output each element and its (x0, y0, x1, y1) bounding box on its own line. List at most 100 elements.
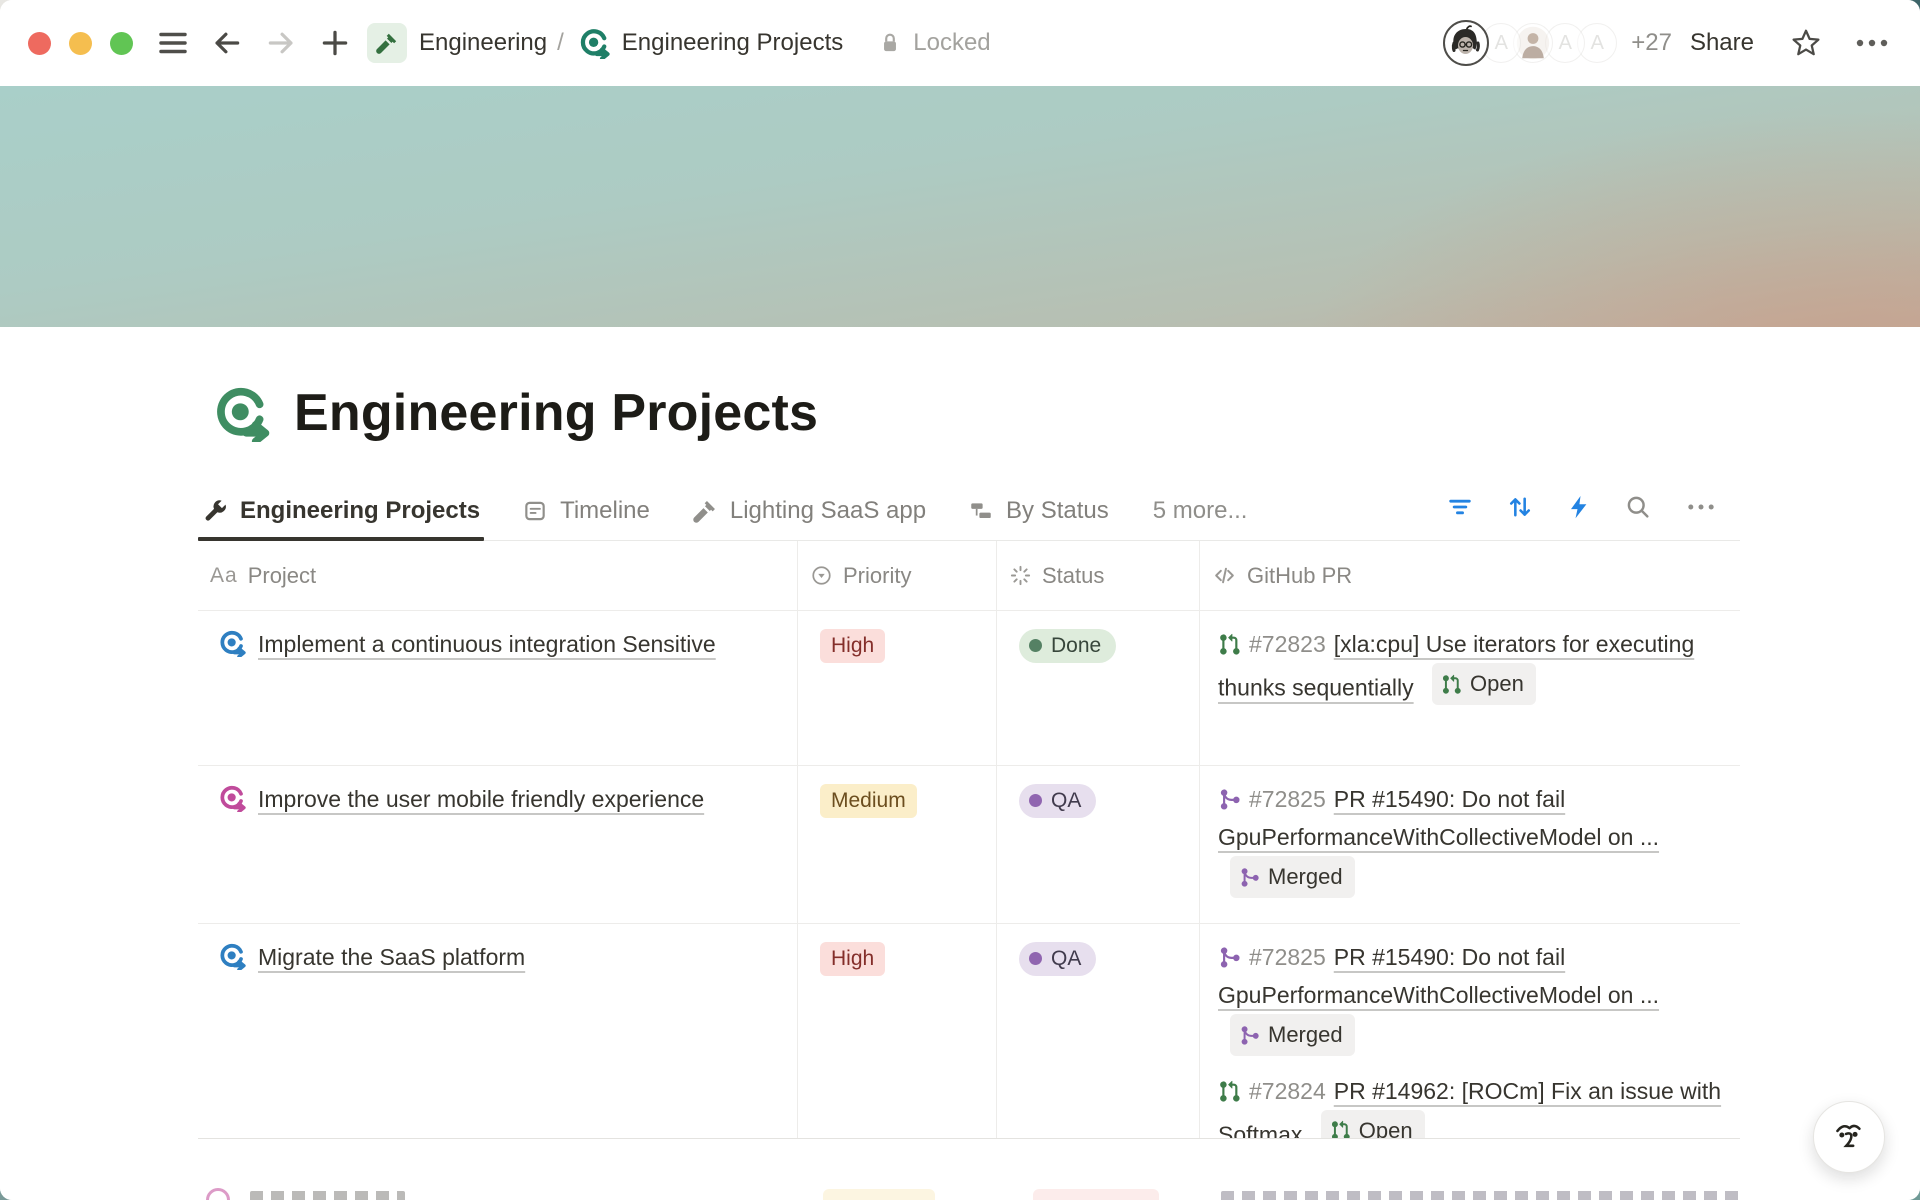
table-header-row: Aa Project Priority Status (198, 541, 1740, 611)
collaborator-overflow-count[interactable]: +27 (1631, 29, 1672, 57)
github-pr-cell[interactable]: #72825PR #15490: Do not fail GpuPerforma… (1200, 766, 1740, 923)
pr-state-label: Merged (1268, 1016, 1343, 1054)
status-dot (1029, 794, 1042, 807)
search-icon[interactable] (1624, 493, 1652, 521)
close-window-button[interactable] (28, 32, 51, 55)
git-merge-icon (1218, 946, 1241, 969)
status-pill[interactable]: QA (1019, 784, 1096, 818)
column-header-priority[interactable]: Priority (798, 541, 997, 610)
project-title-link[interactable]: Migrate the SaaS platform (258, 944, 525, 970)
project-cell[interactable]: Migrate the SaaS platform (198, 924, 798, 1138)
favorite-star-icon[interactable] (1790, 27, 1822, 59)
pr-state-badge[interactable]: Open (1432, 663, 1536, 705)
title-property-icon: Aa (210, 564, 238, 588)
tab-timeline[interactable]: Timeline (518, 491, 654, 539)
breadcrumb-page[interactable]: Engineering Projects (622, 29, 843, 57)
tab-lighting-saas-app[interactable]: Lighting SaaS app (688, 491, 930, 539)
priority-cell[interactable]: High (798, 611, 997, 765)
pr-state-badge[interactable]: Open (1321, 1110, 1425, 1139)
breadcrumb-separator: / (557, 29, 564, 57)
bottom-fade-band (198, 1138, 1740, 1185)
project-cell[interactable]: Improve the user mobile friendly experie… (198, 766, 798, 923)
avatar[interactable] (1443, 20, 1489, 66)
page-content: Engineering Projects Engineering Project… (0, 327, 1920, 1200)
titlebar: Engineering / Engineering Projects Locke… (0, 0, 1920, 86)
pr-mention-number: #72824 (1249, 1078, 1326, 1104)
pr-mention-number: #72825 (1249, 786, 1326, 812)
lock-icon (877, 30, 903, 56)
pr-entry: #72825PR #15490: Do not fail GpuPerforma… (1218, 938, 1728, 1058)
board-icon (968, 498, 994, 524)
project-title-link[interactable]: Implement a continuous integration Sensi… (258, 631, 716, 657)
locked-label: Locked (913, 29, 990, 57)
partial-next-row (198, 1185, 1740, 1200)
pr-state-label: Merged (1268, 858, 1343, 896)
status-dot (1029, 639, 1042, 652)
titlebar-right: A A A +27 Share (1443, 20, 1892, 66)
git-merge-icon (1218, 788, 1241, 811)
column-label: Priority (843, 563, 911, 589)
minimize-window-button[interactable] (69, 32, 92, 55)
status-cell[interactable]: Done (997, 611, 1200, 765)
pr-mention-number: #72823 (1249, 631, 1326, 657)
lock-status[interactable]: Locked (877, 29, 990, 57)
priority-chip[interactable]: Medium (820, 784, 917, 818)
tab-label: Engineering Projects (240, 497, 480, 525)
back-icon[interactable] (209, 25, 245, 61)
github-pr-cell[interactable]: #72825PR #15490: Do not fail GpuPerforma… (1200, 924, 1740, 1138)
timeline-icon (522, 498, 548, 524)
status-cell[interactable]: QA (997, 924, 1200, 1138)
select-property-icon (810, 564, 833, 587)
table-row: Improve the user mobile friendly experie… (198, 766, 1740, 924)
sort-icon[interactable] (1506, 493, 1534, 521)
priority-cell[interactable]: Medium (798, 766, 997, 923)
automation-lightning-icon[interactable] (1566, 494, 1592, 520)
table-rows: Implement a continuous integration Sensi… (198, 611, 1740, 1138)
collaborator-avatars: A A A (1443, 20, 1617, 66)
project-title-link[interactable]: Improve the user mobile friendly experie… (258, 786, 704, 812)
page-title[interactable]: Engineering Projects (294, 383, 818, 443)
pr-mention-number: #72825 (1249, 944, 1326, 970)
more-views-link[interactable]: 5 more... (1153, 497, 1248, 533)
status-pill[interactable]: QA (1019, 942, 1096, 976)
workspace-hammer-icon[interactable] (367, 23, 407, 63)
notion-ai-button[interactable] (1813, 1101, 1885, 1173)
new-page-icon[interactable] (317, 25, 353, 61)
hammer-icon (692, 498, 718, 524)
column-header-github-pr[interactable]: GitHub PR (1200, 541, 1740, 610)
tab-by-status[interactable]: By Status (964, 491, 1113, 539)
column-header-project[interactable]: Aa Project (198, 541, 798, 610)
breadcrumb-workspace[interactable]: Engineering (419, 29, 547, 57)
git-merge-icon (1239, 867, 1260, 888)
tab-label: By Status (1006, 497, 1109, 525)
pr-state-label: Open (1359, 1112, 1413, 1139)
status-cell[interactable]: QA (997, 766, 1200, 923)
git-pull-request-icon (1330, 1120, 1351, 1138)
zoom-window-button[interactable] (110, 32, 133, 55)
priority-chip[interactable]: High (820, 629, 885, 663)
view-controls (1446, 493, 1718, 521)
more-options-icon[interactable] (1852, 27, 1892, 59)
tab-engineering-projects[interactable]: Engineering Projects (198, 491, 484, 539)
page-icon-cycle[interactable] (212, 384, 270, 442)
clipped-status-chip (1033, 1189, 1159, 1200)
project-cell[interactable]: Implement a continuous integration Sensi… (198, 611, 798, 765)
status-pill[interactable]: Done (1019, 629, 1116, 663)
view-more-options-icon[interactable] (1684, 493, 1718, 521)
share-button[interactable]: Share (1690, 29, 1754, 57)
priority-chip[interactable]: High (820, 942, 885, 976)
column-header-status[interactable]: Status (997, 541, 1200, 610)
filter-icon[interactable] (1446, 493, 1474, 521)
github-pr-cell[interactable]: #72823[xla:cpu] Use iterators for execut… (1200, 611, 1740, 765)
page-cycle-icon[interactable] (578, 27, 610, 59)
tab-label: Lighting SaaS app (730, 497, 926, 525)
table-row: Migrate the SaaS platform High QA #72825… (198, 924, 1740, 1138)
forward-icon[interactable] (263, 25, 299, 61)
pr-entry: #72823[xla:cpu] Use iterators for execut… (1218, 625, 1728, 707)
avatar-letter: A (1495, 32, 1508, 55)
breadcrumb: Engineering / Engineering Projects Locke… (353, 23, 991, 63)
pr-state-badge[interactable]: Merged (1230, 856, 1355, 898)
pr-state-badge[interactable]: Merged (1230, 1014, 1355, 1056)
sidebar-menu-icon[interactable] (155, 25, 191, 61)
priority-cell[interactable]: High (798, 924, 997, 1138)
